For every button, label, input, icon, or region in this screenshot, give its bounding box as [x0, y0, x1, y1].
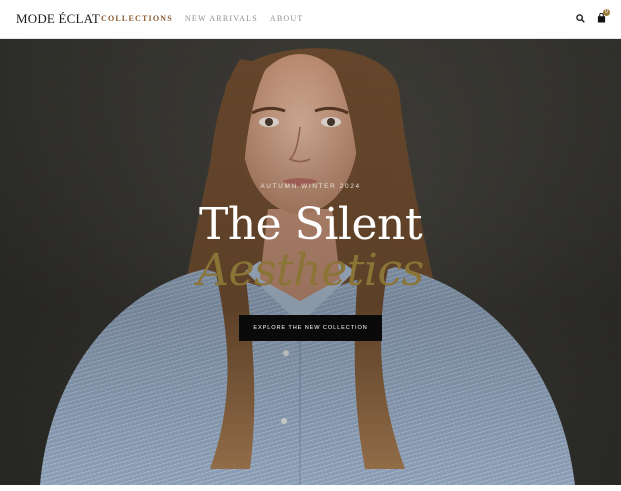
- hero-eyebrow: AUTUMN WINTER 2024: [260, 183, 361, 190]
- search-icon: [575, 13, 585, 23]
- page-bottom-strip: [0, 485, 621, 491]
- cart-button[interactable]: 0: [593, 9, 610, 26]
- search-button[interactable]: [572, 10, 588, 26]
- cart-count-badge: 0: [603, 9, 610, 16]
- site-header: MODE ÉCLAT COLLECTIONS NEW ARRIVALS ABOU…: [0, 0, 621, 39]
- hero-title: The Silent: [198, 199, 423, 250]
- hero-title-accent: Aesthetics: [197, 245, 424, 296]
- main-nav: COLLECTIONS NEW ARRIVALS ABOUT: [101, 14, 303, 23]
- hero-banner: AUTUMN WINTER 2024 The Silent Aesthetics…: [0, 39, 621, 485]
- nav-item-collections[interactable]: COLLECTIONS: [101, 14, 173, 23]
- nav-item-about[interactable]: ABOUT: [270, 14, 304, 23]
- explore-collection-button[interactable]: EXPLORE THE NEW COLLECTION: [239, 315, 382, 341]
- nav-item-new-arrivals[interactable]: NEW ARRIVALS: [185, 14, 258, 23]
- brand-logo[interactable]: MODE ÉCLAT: [16, 11, 100, 27]
